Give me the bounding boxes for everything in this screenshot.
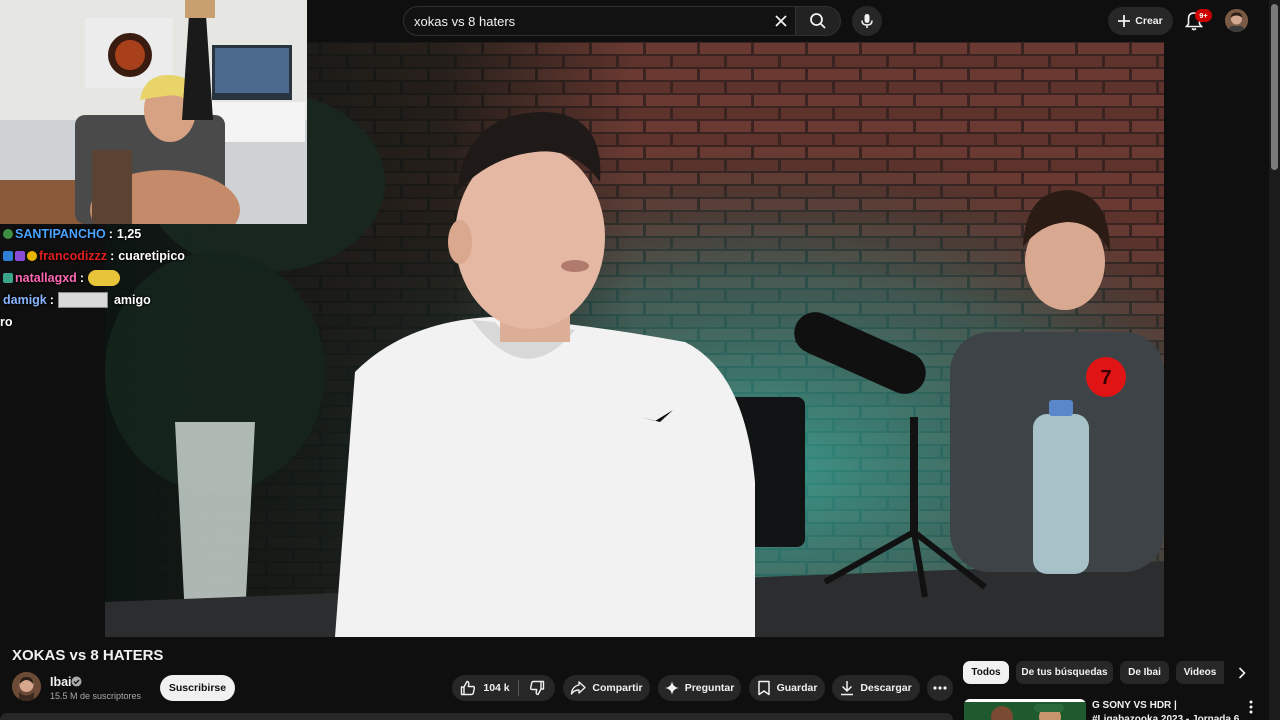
chat-message: damigk : amigo [3, 290, 151, 310]
filter-chip-from-searches[interactable]: De tus búsquedas [1016, 661, 1113, 684]
search-input[interactable] [414, 7, 764, 35]
recommendation-thumbnail[interactable] [964, 699, 1086, 720]
search-button[interactable] [795, 6, 841, 36]
chips-next-button[interactable] [1232, 663, 1252, 683]
more-horizontal-icon [933, 686, 947, 690]
filter-chip-videos[interactable]: Videos [1176, 661, 1224, 684]
chat-badge-icon [3, 273, 13, 283]
filter-chip-from-ibai[interactable]: De Ibai [1120, 661, 1169, 684]
sparkle-icon [664, 681, 679, 695]
chat-text: 1,25 [116, 227, 142, 241]
channel-avatar[interactable] [12, 672, 41, 701]
chat-text: cuaretipico [118, 249, 185, 263]
plus-icon [1118, 15, 1131, 27]
chat-badge-icon [3, 251, 13, 261]
ask-button[interactable]: Preguntar [658, 675, 741, 701]
voice-search-button[interactable] [852, 6, 882, 36]
verified-icon [71, 676, 82, 687]
chat-username: SANTIPANCHO [15, 227, 106, 241]
more-vertical-icon [1249, 700, 1253, 714]
account-avatar[interactable] [1225, 9, 1248, 32]
thumbs-down-icon [529, 680, 545, 696]
clear-search-button[interactable] [771, 11, 791, 31]
description-box[interactable] [0, 713, 953, 720]
chat-overlay: SANTIPANCHO : 1,25 francodizzz : cuareti… [0, 224, 307, 334]
like-button[interactable]: 104 k [452, 675, 518, 701]
chat-username: francodizzz [39, 249, 108, 263]
subscriber-count: 15.5 M de suscriptores [50, 691, 142, 701]
like-count: 104 k [483, 682, 510, 694]
microphone-icon [861, 14, 873, 28]
notification-count-badge: 9+ [1195, 9, 1212, 22]
share-button[interactable]: Compartir [563, 675, 650, 701]
save-label: Guardar [776, 682, 818, 694]
streamer-webcam [0, 0, 307, 224]
chat-message: ro [0, 312, 13, 332]
chat-text: ro [0, 315, 13, 329]
chat-message: SANTIPANCHO : 1,25 [3, 224, 141, 244]
more-actions-button[interactable] [927, 675, 953, 701]
filter-chip-all[interactable]: Todos [963, 661, 1009, 684]
chat-message: francodizzz : cuaretipico [3, 246, 185, 266]
search-icon [810, 13, 826, 29]
chevron-right-icon [1238, 667, 1246, 679]
participant-number: 7 [1100, 367, 1111, 389]
chat-separator: : [110, 249, 115, 263]
chat-username: damigk [3, 293, 47, 307]
chat-username: natallagxd [15, 271, 77, 285]
save-button[interactable]: Guardar [749, 675, 825, 701]
video-title: XOKAS vs 8 HATERS [12, 647, 164, 664]
bookmark-icon [757, 680, 770, 696]
chat-badge-icon [15, 251, 25, 261]
share-arrow-icon [571, 681, 587, 695]
close-icon [775, 15, 787, 27]
dislike-button[interactable] [519, 675, 555, 701]
emote-icon [57, 292, 108, 308]
chat-separator: : [49, 293, 54, 307]
emote-icon [88, 270, 120, 286]
download-label: Descargar [860, 682, 912, 694]
chat-separator: : [79, 271, 84, 285]
create-label: Crear [1135, 15, 1163, 27]
chat-badge-icon [3, 229, 13, 239]
recommendation-menu-button[interactable] [1246, 699, 1256, 715]
share-label: Compartir [592, 682, 643, 694]
download-button[interactable]: Descargar [832, 675, 920, 701]
download-icon [841, 681, 854, 696]
channel-name[interactable]: Ibai [50, 675, 72, 689]
create-button[interactable]: Crear [1108, 7, 1173, 35]
recommendation-title[interactable]: G SONY VS HDR | #Ligabazooka 2023 - Jorn… [1092, 699, 1242, 720]
search-box[interactable] [403, 6, 795, 36]
chat-text: amigo [113, 293, 151, 307]
chat-badge-icon [27, 251, 37, 261]
chat-separator: : [108, 227, 113, 241]
thumbs-up-icon [461, 680, 476, 696]
chat-message: natallagxd : [3, 268, 120, 288]
ask-label: Preguntar [684, 682, 735, 694]
subscribe-button[interactable]: Suscribirse [160, 675, 235, 701]
scrollbar-thumb[interactable] [1271, 4, 1278, 170]
